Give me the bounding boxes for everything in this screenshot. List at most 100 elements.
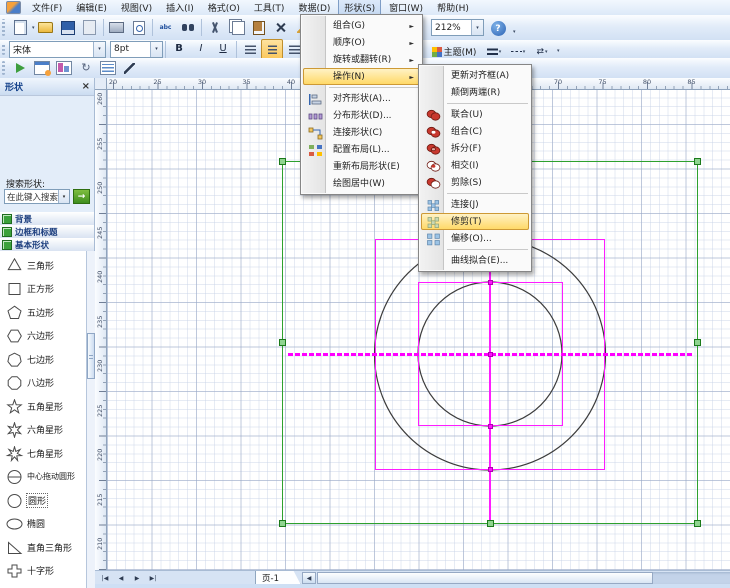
shape-item-star6[interactable]: 六角星形 bbox=[1, 418, 85, 441]
print-button[interactable] bbox=[106, 17, 128, 38]
toolbar-grip[interactable] bbox=[2, 61, 5, 75]
menu-item-offset[interactable]: 偏移(O)... bbox=[421, 230, 529, 247]
shape-item-hexagon[interactable]: 六边形 bbox=[1, 324, 85, 347]
ink-button[interactable] bbox=[119, 58, 141, 79]
menu-item-align-shapes[interactable]: 对齐形状(A)... bbox=[303, 90, 420, 107]
menu-item-operations[interactable]: 操作(N)► bbox=[303, 68, 420, 85]
menu-item-group[interactable]: 组合(G)► bbox=[303, 17, 420, 34]
shape-item-right-triangle[interactable]: 直角三角形 bbox=[1, 536, 85, 559]
page-tab[interactable]: 页-1 bbox=[255, 571, 301, 585]
bold-button[interactable]: B bbox=[168, 39, 190, 60]
vertex-handle[interactable] bbox=[488, 424, 493, 429]
italic-button[interactable]: I bbox=[190, 39, 212, 60]
previous-page-button[interactable]: ◀ bbox=[114, 572, 128, 584]
vertex-handle[interactable] bbox=[488, 467, 493, 472]
shape-item-heptagon[interactable]: 七边形 bbox=[1, 348, 85, 371]
h-scrollbar-track[interactable] bbox=[317, 572, 730, 584]
spelling-button[interactable]: abc bbox=[155, 17, 177, 38]
selection-handle-se[interactable] bbox=[694, 520, 701, 527]
zoom-dropdown-button[interactable]: ▾ bbox=[468, 19, 484, 36]
scrollbar-thumb[interactable] bbox=[87, 333, 95, 379]
toolbar-options-button[interactable]: ▾ bbox=[557, 48, 560, 54]
last-page-button[interactable]: ▶| bbox=[146, 572, 160, 584]
align-left-button[interactable] bbox=[239, 39, 261, 60]
selection-handle-e[interactable] bbox=[694, 339, 701, 346]
shape-item-center-drag-circle[interactable]: 中心拖动圆形 bbox=[1, 465, 85, 488]
shape-item-rectangle[interactable]: 矩形 bbox=[1, 583, 85, 588]
new-document-button[interactable] bbox=[9, 17, 31, 38]
menu-help[interactable]: 帮助(H) bbox=[431, 0, 475, 16]
paste-button[interactable] bbox=[248, 17, 270, 38]
search-go-button[interactable]: → bbox=[73, 189, 90, 204]
section-backgrounds[interactable]: 背景 bbox=[0, 212, 94, 226]
menu-format[interactable]: 格式(O) bbox=[202, 0, 246, 16]
selection-handle-sw[interactable] bbox=[279, 520, 286, 527]
menu-item-order[interactable]: 顺序(O)► bbox=[303, 34, 420, 51]
shape-data-button[interactable] bbox=[53, 58, 75, 79]
zoom-combobox[interactable]: 212% bbox=[431, 19, 472, 36]
selection-handle-nw[interactable] bbox=[279, 158, 286, 165]
section-borders-titles[interactable]: 边框和标题 bbox=[0, 225, 94, 239]
menu-edit[interactable]: 编辑(E) bbox=[70, 0, 113, 16]
selection-handle-w[interactable] bbox=[279, 339, 286, 346]
shape-item-ellipse[interactable]: 椭圆 bbox=[1, 512, 85, 535]
shape-item-star5[interactable]: 五角星形 bbox=[1, 395, 85, 418]
cut-button[interactable] bbox=[204, 17, 226, 38]
menu-item-subtract[interactable]: 剪除(S) bbox=[421, 174, 529, 191]
first-page-button[interactable]: |◀ bbox=[98, 572, 112, 584]
permission-button[interactable] bbox=[79, 17, 101, 38]
print-preview-button[interactable] bbox=[128, 17, 150, 38]
shape-item-circle[interactable]: 圆形 bbox=[1, 489, 85, 512]
shape-item-square[interactable]: 正方形 bbox=[1, 277, 85, 300]
section-basic-shapes[interactable]: 基本形状 bbox=[0, 238, 94, 252]
new-window-button[interactable] bbox=[31, 58, 53, 79]
font-combobox[interactable]: 宋体▾ bbox=[9, 41, 106, 58]
open-button[interactable] bbox=[35, 17, 57, 38]
menu-insert[interactable]: 插入(I) bbox=[160, 0, 200, 16]
underline-button[interactable]: U bbox=[212, 39, 234, 60]
shape-item-star7[interactable]: 七角星形 bbox=[1, 442, 85, 465]
menu-file[interactable]: 文件(F) bbox=[26, 0, 68, 16]
shape-item-octagon[interactable]: 八边形 bbox=[1, 371, 85, 394]
shape-list-scrollbar[interactable]: ▼ bbox=[86, 251, 95, 588]
delete-button[interactable] bbox=[270, 17, 292, 38]
menu-item-join[interactable]: 连接(J) bbox=[421, 196, 529, 213]
menu-item-configure-layout[interactable]: 配置布局(L)... bbox=[303, 141, 420, 158]
toolbar-options-button[interactable]: ▾ bbox=[513, 29, 516, 35]
selection-handle-ne[interactable] bbox=[694, 158, 701, 165]
menu-item-relayout-shapes[interactable]: 重新布局形状(E) bbox=[303, 158, 420, 175]
external-data-button[interactable] bbox=[97, 58, 119, 79]
toolbar-grip[interactable] bbox=[2, 43, 5, 56]
h-scrollbar-thumb[interactable] bbox=[317, 572, 653, 584]
menu-item-update-alignment-box[interactable]: 更新对齐框(A) bbox=[421, 67, 529, 84]
research-button[interactable] bbox=[177, 17, 199, 38]
vertex-handle[interactable] bbox=[488, 352, 493, 357]
search-dropdown-icon[interactable]: ▾ bbox=[58, 190, 69, 203]
save-button[interactable] bbox=[57, 17, 79, 38]
menu-item-trim[interactable]: 修剪(T) bbox=[421, 213, 529, 230]
menu-item-fit-curve[interactable]: 曲线拟合(E)... bbox=[421, 252, 529, 269]
shape-item-cross[interactable]: 十字形 bbox=[1, 559, 85, 582]
next-page-button[interactable]: ▶ bbox=[130, 572, 144, 584]
menu-item-distribute-shapes[interactable]: 分布形状(D)... bbox=[303, 107, 420, 124]
font-size-combobox[interactable]: 8pt▾ bbox=[110, 41, 163, 58]
menu-item-reverse-ends[interactable]: 颠倒两端(R) bbox=[421, 84, 529, 101]
toolbar-grip[interactable] bbox=[2, 19, 5, 37]
copy-button[interactable] bbox=[226, 17, 248, 38]
selection-handle-s[interactable] bbox=[487, 520, 494, 527]
menu-item-combine[interactable]: 组合(C) bbox=[421, 123, 529, 140]
menu-view[interactable]: 视图(V) bbox=[115, 0, 158, 16]
close-icon[interactable]: × bbox=[82, 81, 90, 92]
menu-tools[interactable]: 工具(T) bbox=[248, 0, 291, 16]
menu-item-intersect[interactable]: 相交(I) bbox=[421, 157, 529, 174]
refresh-button[interactable]: ↻ bbox=[75, 58, 97, 79]
shape-item-pentagon[interactable]: 五边形 bbox=[1, 301, 85, 324]
run-button[interactable] bbox=[9, 58, 31, 79]
menu-item-rotate-flip[interactable]: 旋转或翻转(R)► bbox=[303, 51, 420, 68]
help-button[interactable]: ? bbox=[487, 18, 509, 39]
align-center-button[interactable] bbox=[261, 39, 283, 60]
shape-item-triangle[interactable]: 三角形 bbox=[1, 254, 85, 277]
vertex-handle[interactable] bbox=[488, 280, 493, 285]
menu-item-fragment[interactable]: 拆分(F) bbox=[421, 140, 529, 157]
menu-item-connect-shapes[interactable]: 连接形状(C) bbox=[303, 124, 420, 141]
